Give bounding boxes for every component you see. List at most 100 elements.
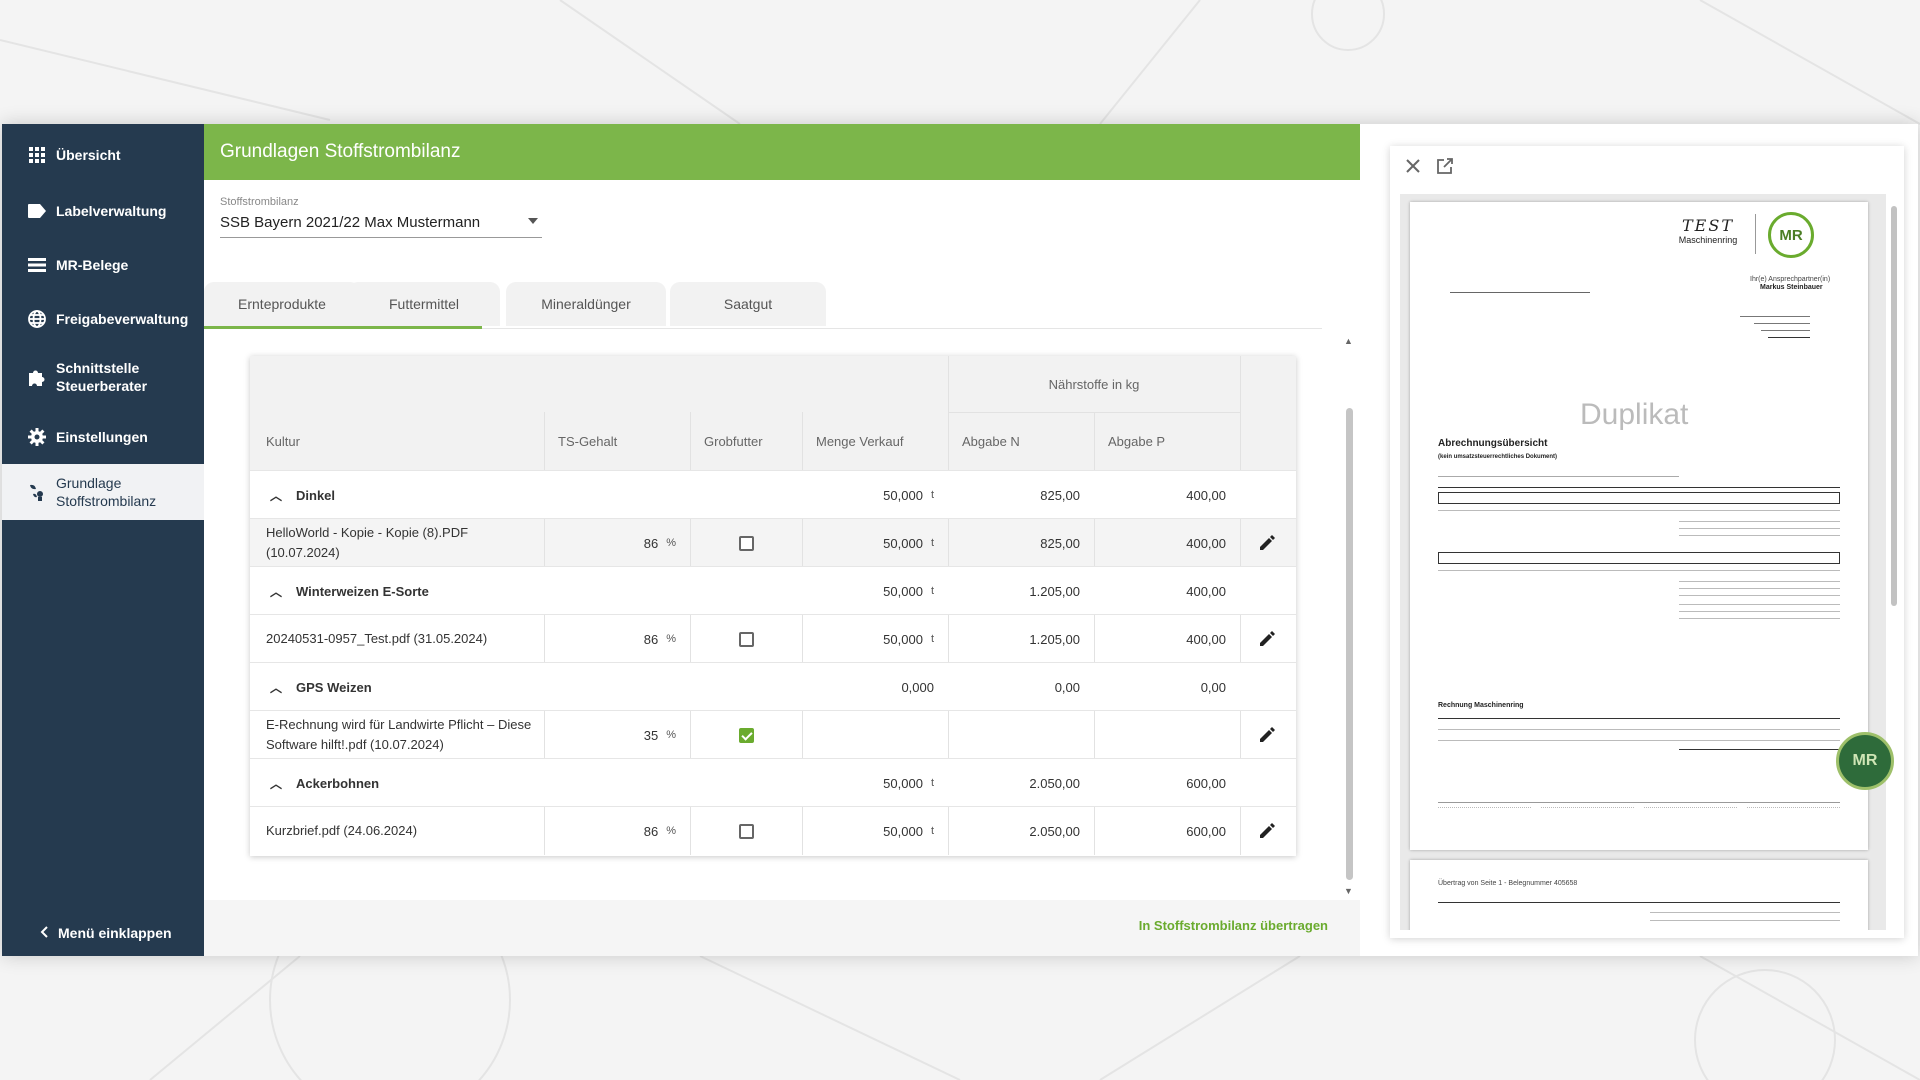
column-divider	[690, 412, 691, 470]
preview-scrollbar-thumb[interactable]	[1891, 206, 1897, 606]
sidebar-item-uebersicht[interactable]: Übersicht	[2, 138, 204, 172]
menge-cell: 50,000 t	[802, 807, 934, 855]
column-divider	[802, 412, 803, 470]
footer-bar: In Stoffstrombilanz übertragen	[204, 900, 1360, 956]
table-row-group[interactable]: ︿ Dinkel 50,000 t 825,00 400,00	[250, 470, 1296, 518]
collapse-menu-button[interactable]: Menü einklappen	[2, 920, 204, 946]
group-label: Ackerbohnen	[296, 775, 380, 791]
tab-label: Futtermittel	[388, 296, 459, 312]
chevron-up-icon: ︿	[270, 776, 283, 791]
table-scrollbar[interactable]	[1346, 408, 1353, 880]
grobfutter-checkbox[interactable]	[738, 823, 754, 839]
grobfutter-checkbox-checked[interactable]	[738, 727, 754, 743]
doc-subtitle: (kein umsatzsteuerrechtliches Dokument)	[1438, 454, 1558, 460]
doc-title: Abrechnungsübersicht	[1438, 438, 1548, 449]
menge-unit: t	[930, 537, 934, 549]
group-name: ︿ Winterweizen E-Sorte	[266, 567, 429, 615]
menge-value: 50,000	[883, 487, 923, 503]
logo-divider	[1755, 214, 1756, 254]
table-row-group[interactable]: ︿ Ackerbohnen 50,000 t 2.050,00 600,00	[250, 758, 1296, 806]
sidebar-item-schnittstelle-steuerberater[interactable]: Schnittstelle Steuerberater	[2, 354, 204, 400]
abgabe-p-cell: 400,00	[1186, 631, 1226, 647]
sidebar: Übersicht Labelverwaltung MR-Belege Frei…	[2, 124, 204, 956]
transfer-to-stoffstrombilanz-button[interactable]: In Stoffstrombilanz übertragen	[1139, 918, 1328, 933]
menge-cell: 50,000 t	[802, 759, 934, 807]
sidebar-item-mr-belege[interactable]: MR-Belege	[2, 248, 204, 282]
abgabe-p-cell: 600,00	[1186, 775, 1226, 791]
sidebar-item-label: Freigabeverwaltung	[56, 311, 189, 327]
scroll-up-arrow[interactable]: ▲	[1344, 336, 1353, 346]
globe-icon	[26, 308, 48, 330]
tab-indicator-secondary	[364, 326, 482, 329]
edit-button[interactable]	[1240, 519, 1296, 567]
abgabe-p-cell: 400,00	[1186, 583, 1226, 599]
table-row-document[interactable]: E-Rechnung wird für Landwirte Pflicht – …	[250, 710, 1296, 759]
open-external-icon[interactable]	[1434, 155, 1456, 177]
tab-ernteprodukte[interactable]: Ernteprodukte	[204, 282, 360, 326]
sidebar-item-label: Einstellungen	[56, 429, 148, 445]
abgabe-n-cell: 2.050,00	[1029, 775, 1080, 791]
tab-mineralduenger[interactable]: Mineraldünger	[506, 282, 666, 326]
contact-label: Ihr(e) Ansprechpartner(in)	[1750, 276, 1831, 283]
column-header-abgabe-n: Abgabe N	[962, 433, 1020, 449]
preview-scrollbar[interactable]	[1890, 194, 1898, 930]
tab-saatgut[interactable]: Saatgut	[670, 282, 826, 326]
edit-button[interactable]	[1240, 615, 1296, 663]
tab-bar: Ernteprodukte Futtermittel Mineraldünger…	[204, 282, 1360, 329]
table-row-document[interactable]: 20240531-0957_Test.pdf (31.05.2024) 86% …	[250, 614, 1296, 663]
sidebar-item-label: Schnittstelle Steuerberater	[56, 360, 148, 394]
document-footer	[1438, 802, 1840, 832]
close-icon[interactable]	[1402, 155, 1424, 177]
sidebar-item-einstellungen[interactable]: Einstellungen	[2, 420, 204, 454]
sidebar-item-label: Grundlage Stoffstrombilanz	[56, 475, 157, 509]
ts-unit: %	[666, 729, 676, 741]
group-name: ︿ Ackerbohnen	[266, 759, 379, 807]
document-line-items	[1438, 472, 1840, 692]
table-row-document[interactable]: Kurzbrief.pdf (24.06.2024) 86% 50,000 t 2…	[250, 806, 1296, 855]
app-window: Übersicht Labelverwaltung MR-Belege Frei…	[2, 124, 1918, 956]
sidebar-item-freigabeverwaltung[interactable]: Freigabeverwaltung	[2, 302, 204, 336]
meta-block	[1740, 314, 1810, 342]
duplicate-stamp: Duplikat	[1580, 398, 1689, 431]
group-name: ︿ Dinkel	[266, 471, 335, 519]
select-value[interactable]: SSB Bayern 2021/22 Max Mustermann	[220, 214, 542, 238]
column-header-grobfutter: Grobfutter	[704, 433, 763, 449]
menge-cell: 50,000 t	[802, 567, 934, 615]
table-row-group[interactable]: ︿ GPS Weizen 0,000 0,00 0,00	[250, 662, 1296, 710]
document-name: HelloWorld - Kopie - Kopie (8).PDF (10.0…	[266, 525, 469, 560]
gear-icon	[26, 426, 48, 448]
ts-cell: 86%	[544, 807, 676, 855]
mr-floating-badge[interactable]: MR	[1836, 732, 1894, 790]
edit-button[interactable]	[1240, 807, 1296, 855]
table-row-document[interactable]: HelloWorld - Kopie - Kopie (8).PDF (10.0…	[250, 518, 1296, 567]
grobfutter-checkbox[interactable]	[738, 631, 754, 647]
scroll-down-arrow[interactable]: ▼	[1344, 886, 1353, 896]
column-header-abgabe-p: Abgabe P	[1108, 433, 1166, 449]
group-label: GPS Weizen	[296, 679, 372, 695]
group-label: Winterweizen E-Sorte	[296, 583, 429, 599]
ts-cell: 35%	[544, 711, 676, 759]
address-line	[1450, 292, 1590, 293]
abgabe-n-cell: 2.050,00	[1029, 823, 1080, 839]
stoffstrombilanz-select[interactable]: Stoffstrombilanz SSB Bayern 2021/22 Max …	[220, 196, 542, 238]
tab-label: Mineraldünger	[541, 296, 631, 312]
document-name: E-Rechnung wird für Landwirte Pflicht – …	[266, 717, 532, 752]
pdf-viewer[interactable]: TEST Maschinenring MR Ihr(e) Ansprechpar…	[1400, 194, 1886, 930]
group-label: Dinkel	[296, 487, 336, 503]
page2-header: Übertrag von Seite 1 - Belegnummer 40565…	[1438, 880, 1578, 887]
label-icon	[26, 200, 48, 222]
pencil-icon	[1260, 822, 1276, 841]
nutrients-group-header: Nährstoffe in kg	[1048, 376, 1140, 392]
menge-value: 50,000	[883, 631, 923, 647]
tab-futtermittel[interactable]: Futtermittel	[348, 282, 500, 326]
grobfutter-checkbox[interactable]	[738, 535, 754, 551]
sidebar-item-grundlage-stoffstrombilanz[interactable]: Grundlage Stoffstrombilanz	[2, 464, 204, 520]
ts-value: 86	[643, 823, 659, 839]
select-label: Stoffstrombilanz	[220, 196, 299, 208]
page-title: Grundlagen Stoffstrombilanz	[204, 124, 1360, 180]
sidebar-item-labelverwaltung[interactable]: Labelverwaltung	[2, 194, 204, 228]
table-row-group[interactable]: ︿ Winterweizen E-Sorte 50,000 t 1.205,00 4…	[250, 566, 1296, 614]
menge-unit: t	[930, 777, 934, 789]
edit-button[interactable]	[1240, 711, 1296, 759]
abgabe-p-cell: 400,00	[1186, 487, 1226, 503]
